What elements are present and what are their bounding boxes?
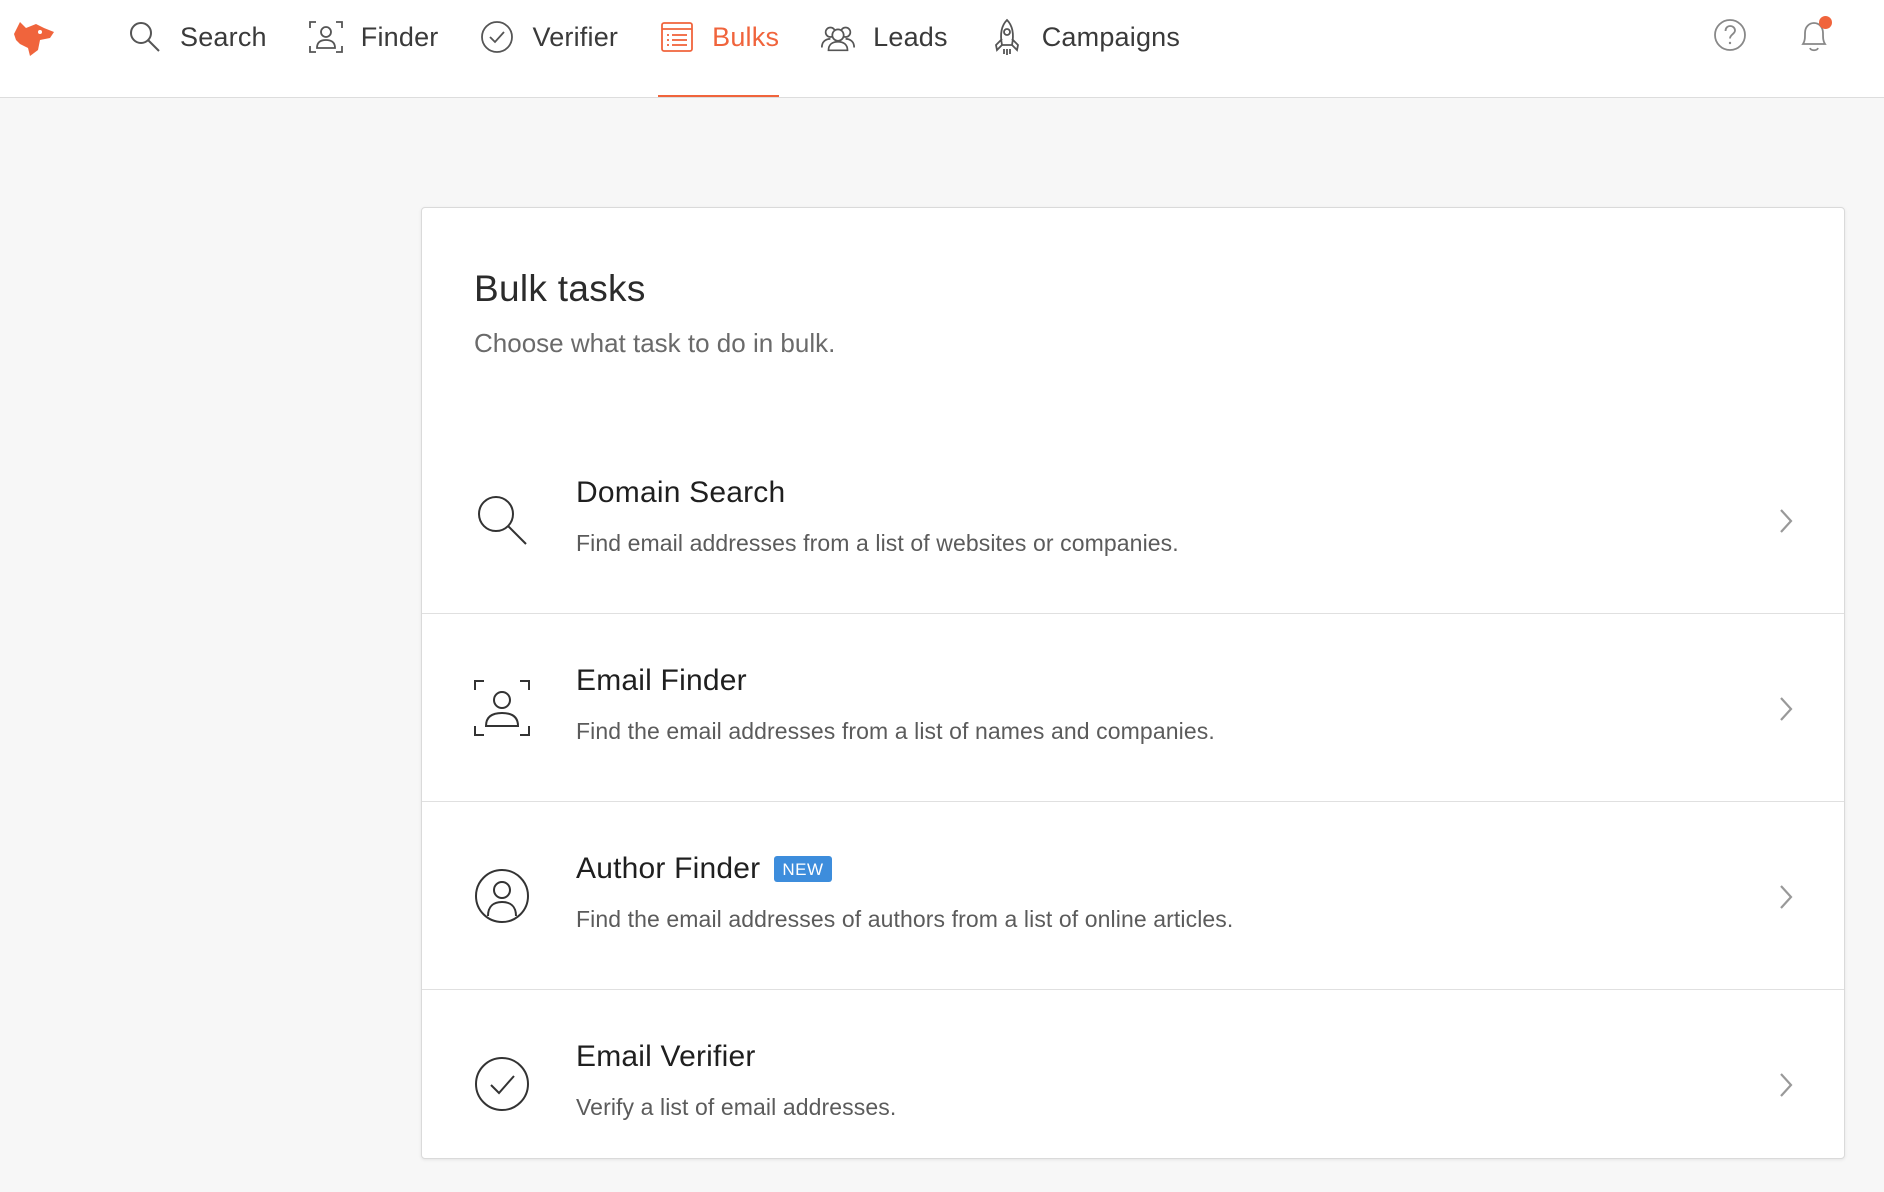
task-name-label: Email Verifier [576,1040,756,1074]
chevron-right-icon [1776,506,1796,536]
task-name: Author Finder NEW [576,852,832,886]
task-name: Email Verifier [576,1040,756,1074]
task-description: Find the email addresses from a list of … [576,718,1215,745]
hunter-logo-icon[interactable] [10,14,58,62]
verifier-icon [478,18,516,56]
finder-icon [307,18,345,56]
nav-item-search[interactable]: Search [106,0,287,74]
author-icon [472,866,532,926]
task-name-label: Domain Search [576,476,785,510]
help-button[interactable] [1710,17,1750,57]
nav-item-bulks[interactable]: Bulks [638,0,799,74]
top-navigation: Search Finder Verifier [0,0,1884,98]
chevron-right-icon [1776,882,1796,912]
task-name-label: Email Finder [576,664,747,698]
page-subtitle: Choose what task to do in bulk. [474,328,835,359]
nav-item-campaigns[interactable]: Campaigns [968,0,1200,74]
magnifier-icon [472,490,532,550]
nav-right-actions [1710,0,1884,74]
task-name: Domain Search [576,476,785,510]
nav-item-label: Finder [361,22,439,53]
task-domain-search[interactable]: Domain Search Find email addresses from … [422,426,1844,614]
nav-item-finder[interactable]: Finder [287,0,459,74]
nav-item-label: Verifier [532,22,618,53]
task-email-finder[interactable]: Email Finder Find the email addresses fr… [422,614,1844,802]
page-title: Bulk tasks [474,268,646,310]
task-email-verifier[interactable]: Email Verifier Verify a list of email ad… [422,990,1844,1178]
task-author-finder[interactable]: Author Finder NEW Find the email address… [422,802,1844,990]
rocket-icon [988,18,1026,56]
task-name-label: Author Finder [576,852,760,886]
nav-item-label: Leads [873,22,948,53]
help-icon [1712,17,1748,58]
bulk-tasks-card: Bulk tasks Choose what task to do in bul… [421,207,1845,1159]
task-description: Verify a list of email addresses. [576,1094,896,1121]
nav-item-label: Campaigns [1042,22,1180,53]
task-description: Find email addresses from a list of webs… [576,530,1179,557]
search-icon [126,18,164,56]
person-frame-icon [472,678,532,738]
notification-dot [1819,16,1832,29]
bulks-icon [658,18,696,56]
leads-icon [819,18,857,56]
main-nav: Search Finder Verifier [106,0,1200,98]
task-list: Domain Search Find email addresses from … [422,426,1844,1178]
task-description: Find the email addresses of authors from… [576,906,1233,933]
chevron-right-icon [1776,694,1796,724]
new-badge: NEW [774,856,831,882]
nav-item-verifier[interactable]: Verifier [458,0,638,74]
nav-item-label: Search [180,22,267,53]
nav-item-leads[interactable]: Leads [799,0,968,74]
check-circle-icon [472,1054,532,1114]
chevron-right-icon [1776,1070,1796,1100]
notifications-button[interactable] [1794,17,1834,57]
task-name: Email Finder [576,664,747,698]
nav-item-label: Bulks [712,22,779,53]
